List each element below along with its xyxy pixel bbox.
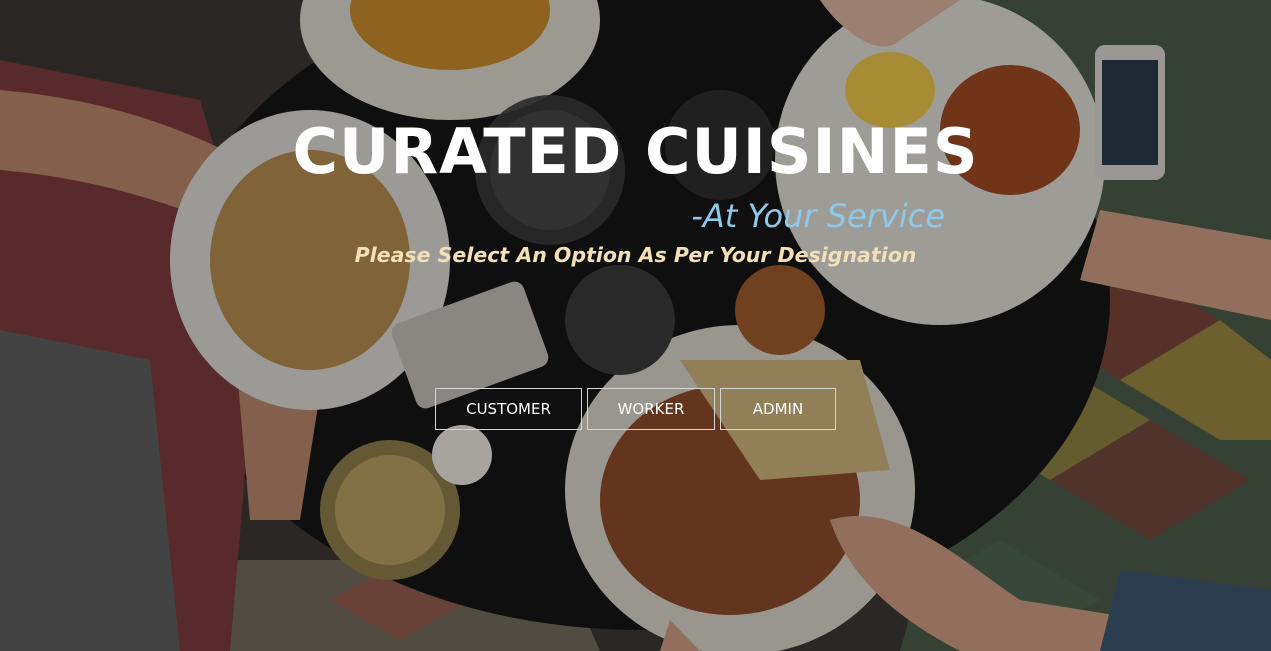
selection-prompt: Please Select An Option As Per Your Desi… bbox=[354, 243, 917, 267]
customer-button[interactable]: CUSTOMER bbox=[435, 388, 582, 430]
admin-button[interactable]: ADMIN bbox=[720, 388, 836, 430]
background-dim-overlay bbox=[0, 0, 1271, 651]
tagline: -At Your Service bbox=[691, 197, 945, 235]
landing-page: CURATED CUISINES -At Your Service Please… bbox=[0, 0, 1271, 651]
worker-button[interactable]: WORKER bbox=[587, 388, 715, 430]
page-title: CURATED CUISINES bbox=[292, 115, 979, 188]
